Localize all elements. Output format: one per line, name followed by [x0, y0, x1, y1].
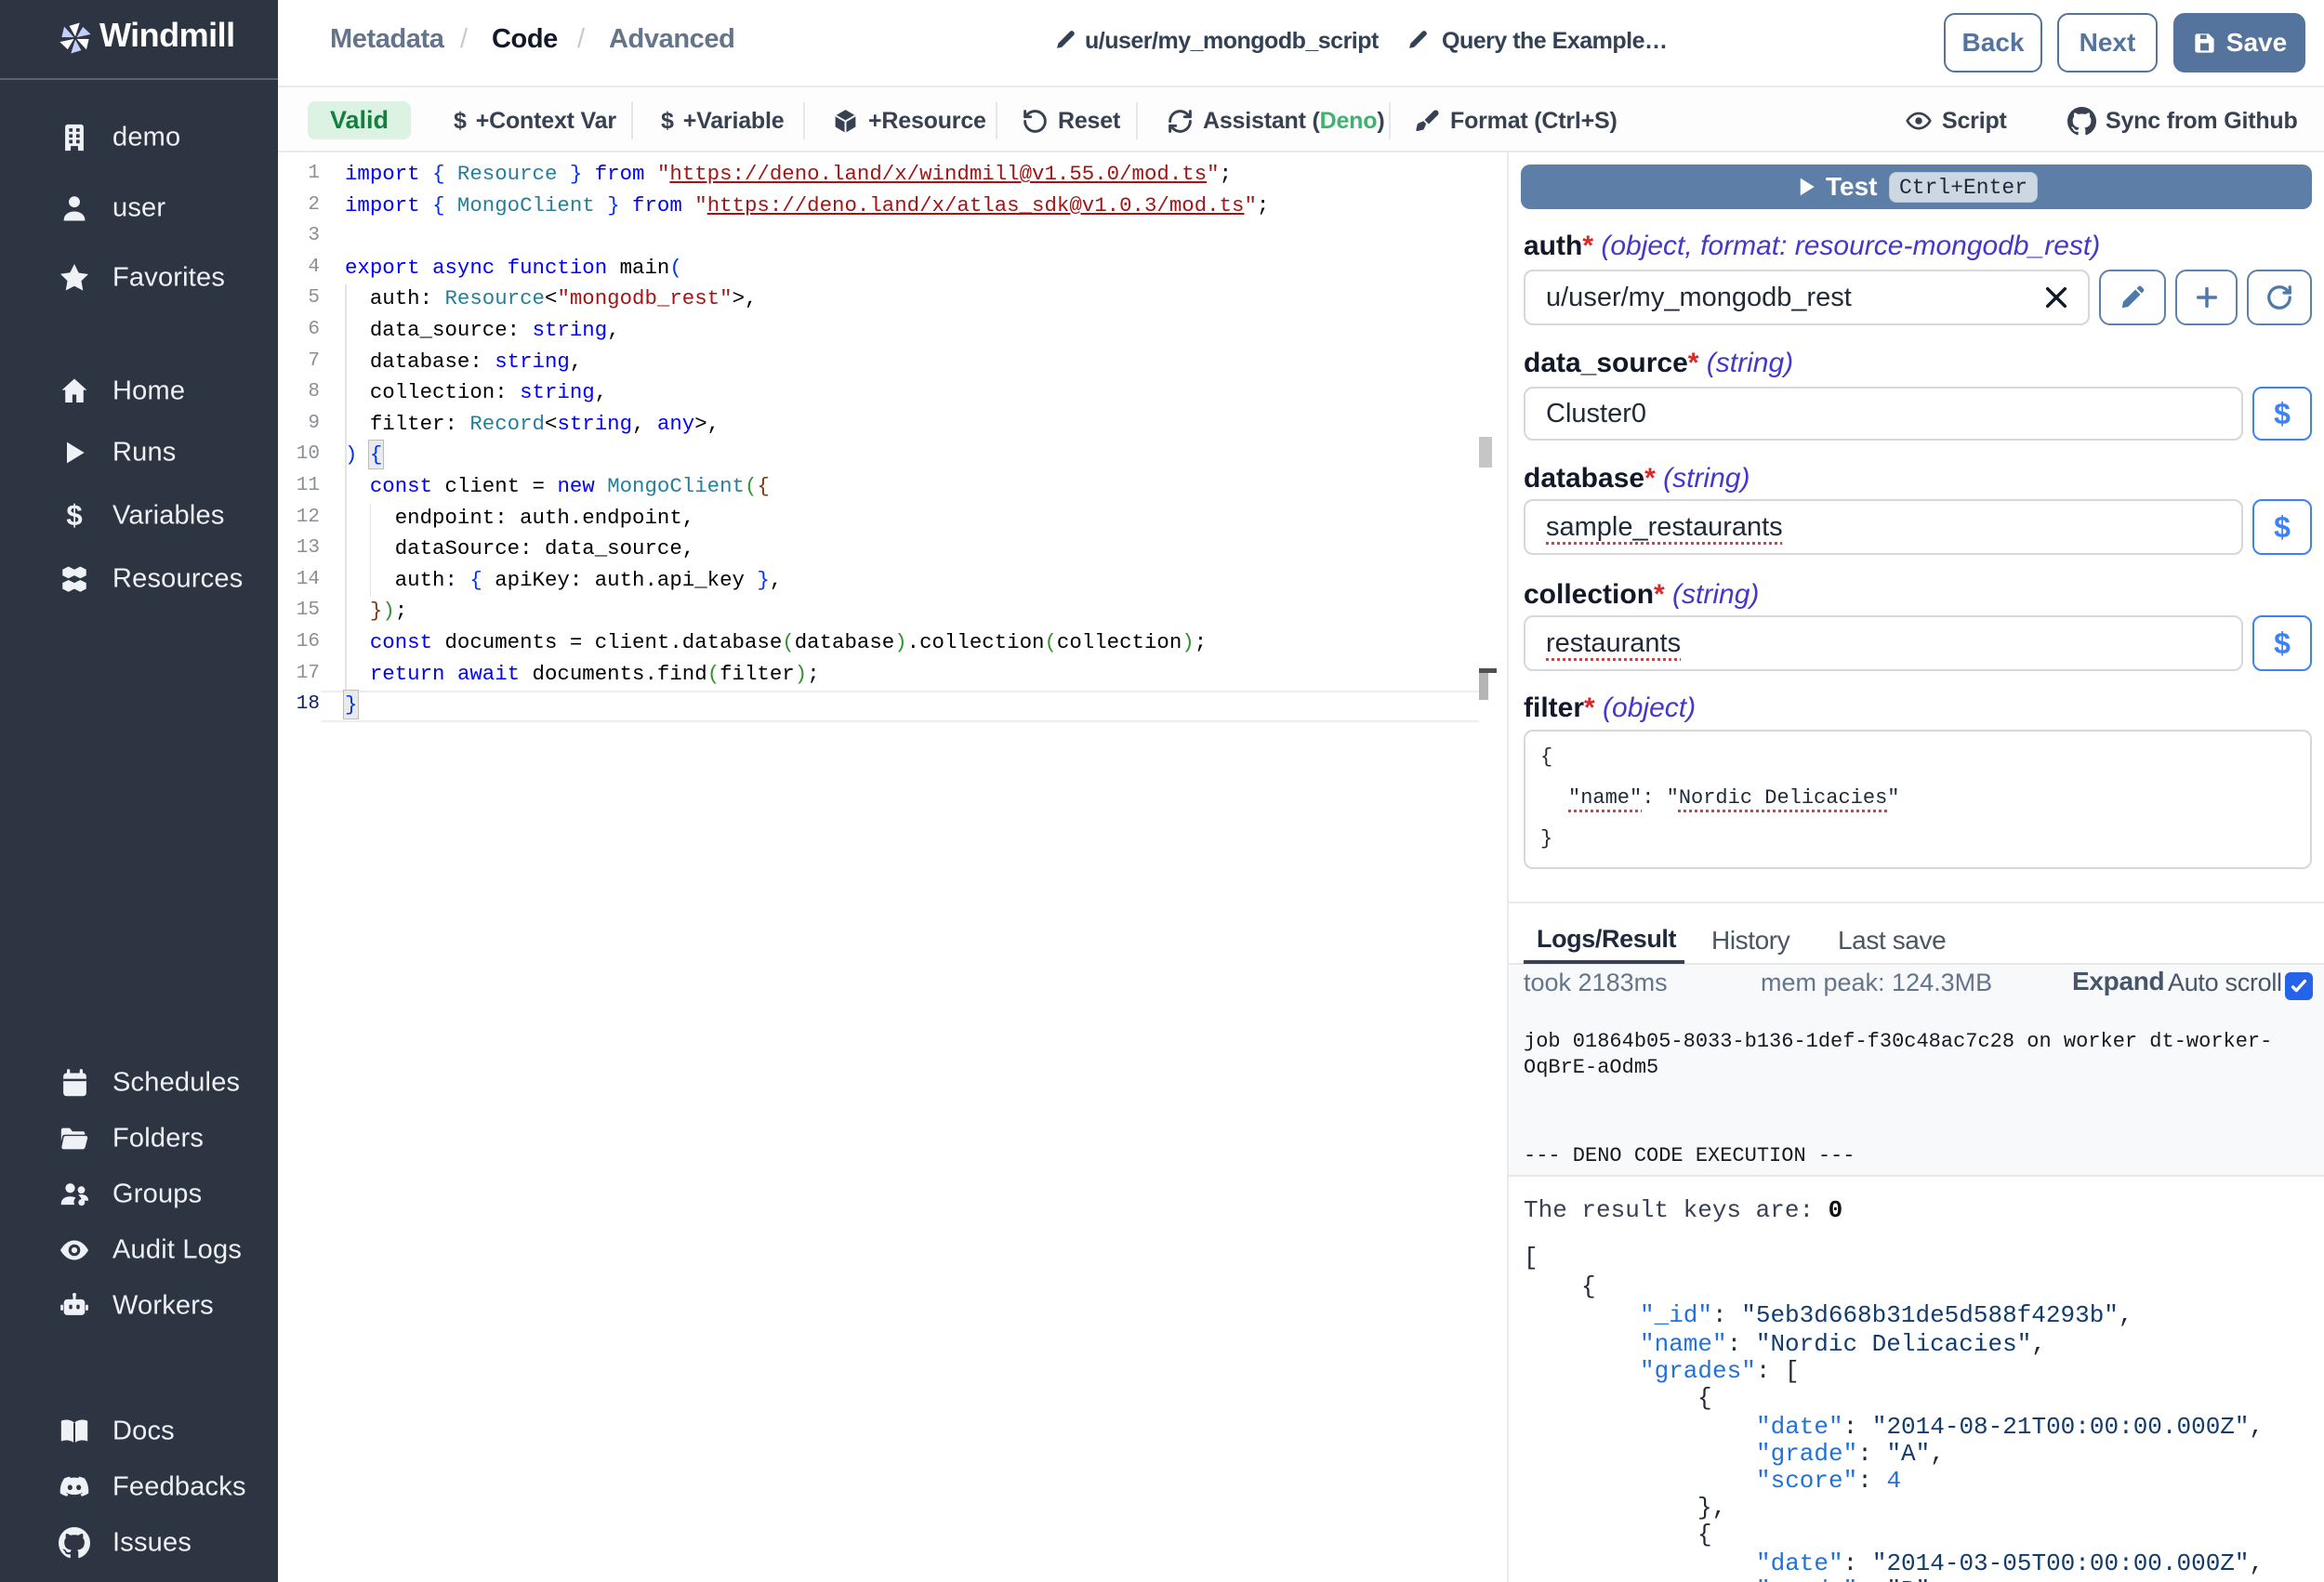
svg-text:$: $ [66, 500, 82, 532]
